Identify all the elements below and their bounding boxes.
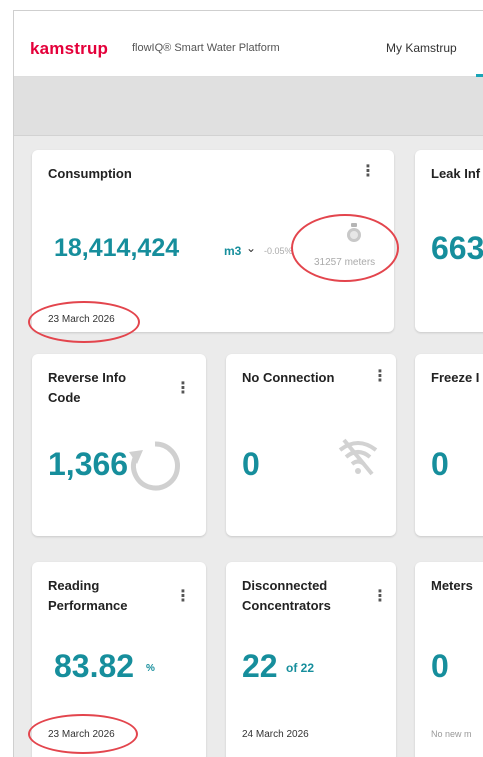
meters-card[interactable]: Meters 0 No new m [415,562,483,757]
app-frame: kamstrup flowIQ® Smart Water Platform My… [13,10,483,757]
highlight-ring-reading-date [28,714,138,754]
wifi-off-icon [336,434,380,483]
top-bar: kamstrup flowIQ® Smart Water Platform My… [14,11,483,77]
disconnected-of: of 22 [286,661,315,675]
highlight-ring-consumption-date [28,301,140,343]
card-title: Leak Inf [431,166,481,181]
no-connection-card[interactable]: No Connection ⋮ 0 [226,354,396,536]
kebab-menu-icon[interactable]: ⋮ [360,164,376,183]
card-title: Reading Performance [48,578,128,613]
disconnected-concentrators-card[interactable]: Disconnected Concentrators ⋮ 22 of 22 24… [226,562,396,757]
leak-info-card[interactable]: Leak Inf 663 [415,150,483,332]
card-title: Meters [431,578,473,593]
kebab-menu-icon[interactable]: ⋮ [372,369,388,388]
meters-note: No new m [431,729,472,739]
kebab-menu-icon[interactable]: ⋮ [372,589,388,608]
reverse-arrow-icon [127,438,183,499]
no-connection-value: 0 [242,446,260,482]
kebab-menu-icon[interactable]: ⋮ [175,589,191,608]
toolbar-area [14,77,483,136]
freeze-value: 0 [431,446,449,482]
consumption-unit: m3 [224,244,242,258]
card-title: Freeze I [431,370,480,385]
kamstrup-logo[interactable]: kamstrup [30,39,108,59]
nav-my-kamstrup[interactable]: My Kamstrup [386,41,457,55]
reverse-value: 1,366 [48,446,129,482]
meters-value: 0 [431,648,449,684]
card-title: No Connection [242,370,335,385]
disconnected-date: 24 March 2026 [242,729,309,740]
reading-unit: % [146,663,155,674]
reverse-info-code-card[interactable]: Reverse Info Code ⋮ 1,366 [32,354,206,536]
highlight-ring-meters [291,214,399,282]
consumption-change: -0.05% [264,246,293,256]
kebab-menu-icon[interactable]: ⋮ [175,381,191,400]
freeze-info-card[interactable]: Freeze I 0 [415,354,483,536]
chevron-down-icon[interactable]: ⌄ [246,241,256,255]
consumption-value: 18,414,424 [54,234,180,262]
card-title: Reverse Info Code [48,370,127,405]
card-title: Consumption [48,166,132,181]
leak-value: 663 [431,230,483,266]
reading-value: 83.82 [54,648,135,684]
platform-name: flowIQ® Smart Water Platform [132,42,280,54]
disconnected-value: 22 [242,648,278,684]
card-title: Disconnected Concentrators [242,578,331,613]
